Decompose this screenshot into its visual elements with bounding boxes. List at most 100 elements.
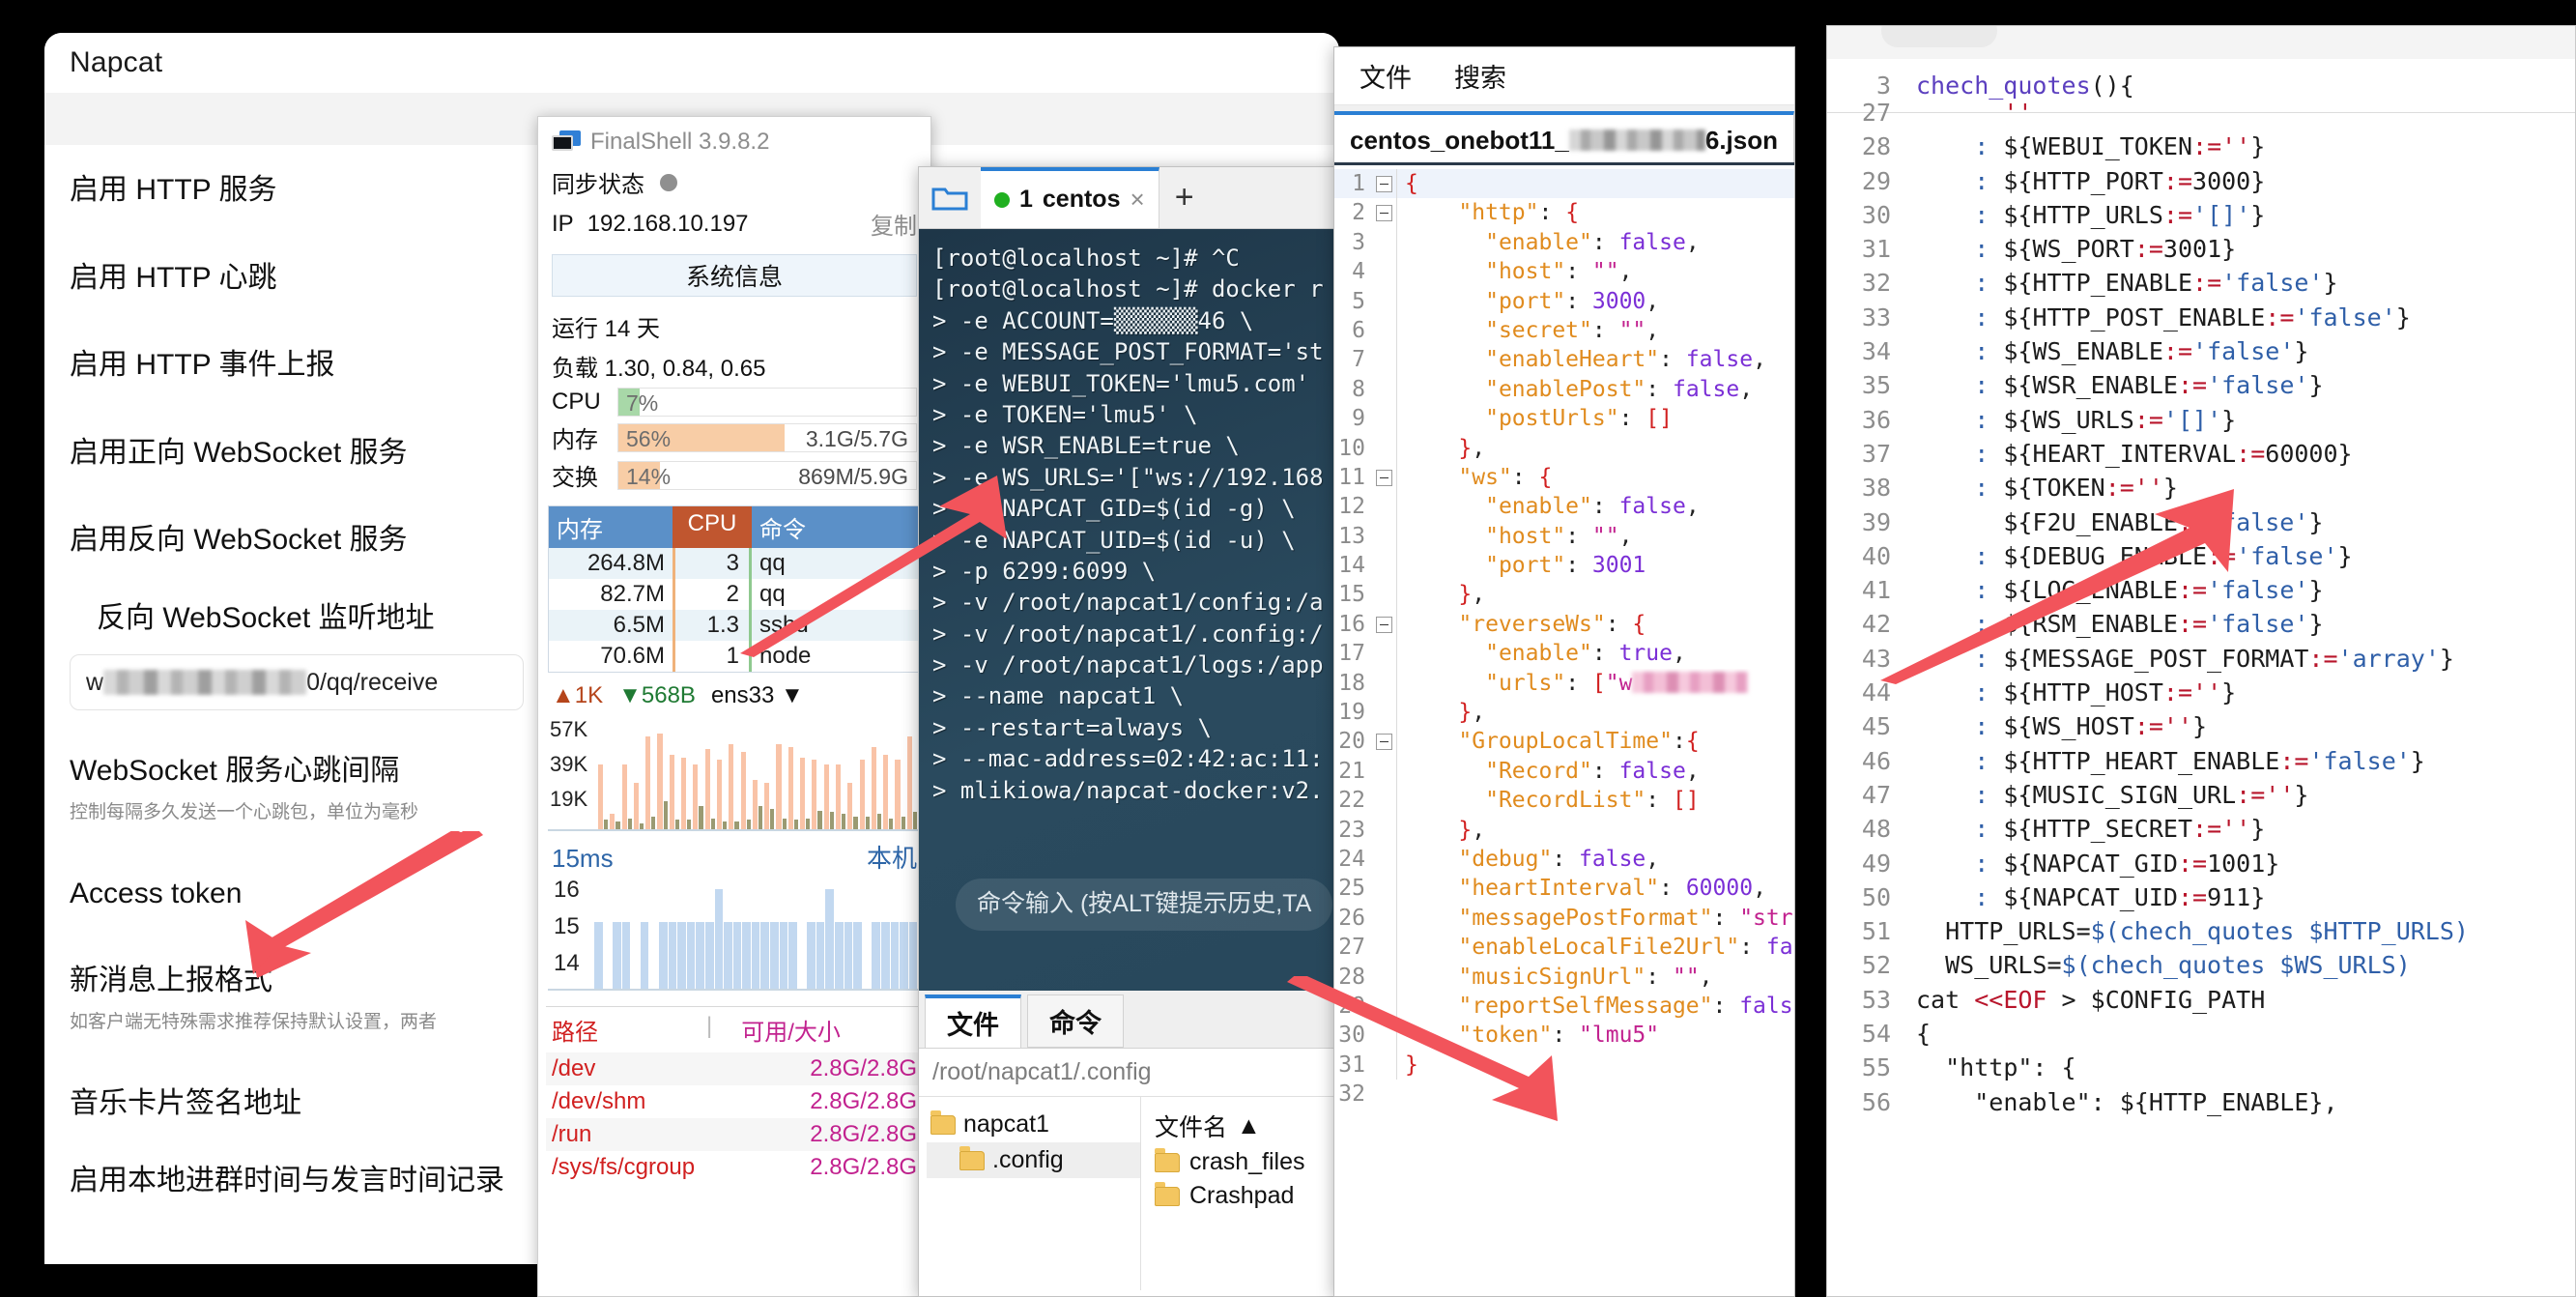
line-content: : ${HTTP_ENABLE:='false'} (1974, 269, 2338, 298)
line-content: : ${WS_HOST:=''} (1974, 712, 2208, 741)
meter-percent: 14% (626, 463, 672, 489)
list-item[interactable]: crash_files (1151, 1145, 1348, 1179)
chart-bar (880, 921, 890, 989)
line-number: 15 (1338, 582, 1365, 608)
line-content: "http": { (1945, 1053, 2076, 1082)
table-row[interactable]: 82.7M 2 qq (549, 579, 920, 610)
terminal-output[interactable]: [root@localhost ~]# ^C [root@localhost ~]… (919, 229, 1348, 991)
ws-reverse-url-input[interactable]: w 0/qq/receive (70, 654, 524, 710)
tab-chip[interactable] (1881, 26, 1997, 47)
code-line: 16 "reverseWs": { (1334, 609, 1794, 640)
cell-path: /dev (552, 1055, 596, 1081)
line-number: 24 (1338, 846, 1365, 872)
folder-icon (1155, 1147, 1180, 1172)
chart-bar-group (823, 721, 834, 829)
fold-toggle-icon[interactable] (1371, 616, 1396, 633)
line-number: 2 (1352, 200, 1365, 226)
new-tab-button[interactable]: + (1159, 167, 1210, 228)
line-number: 56 (1861, 1087, 1891, 1116)
fold-toggle-icon[interactable] (1371, 205, 1396, 222)
upload-rate: ▲1K (552, 682, 604, 708)
menu-file[interactable]: 文件 (1360, 57, 1412, 95)
fold-toggle-icon[interactable] (1371, 175, 1396, 192)
tab-config-json[interactable]: centos_onebot11_ 6.json (1334, 111, 1794, 165)
line-number: 38 (1861, 474, 1891, 503)
line-content: : ${HTTP_URLS:='[]'} (1974, 200, 2266, 229)
tree-item-config[interactable]: .config (927, 1142, 1140, 1178)
line-content: : ${HTTP_PORT:=3000} (1974, 166, 2266, 195)
chart-bar-group (657, 721, 668, 829)
terminal-line: > -e TOKEN='lmu5' \ (932, 400, 1198, 428)
line-content: "port": 3001 (1396, 551, 1794, 581)
system-info-button[interactable]: 系统信息 (552, 254, 917, 297)
line-content: } (1396, 1050, 1794, 1081)
fold-toggle-icon[interactable] (1371, 469, 1396, 486)
chart-bars (598, 721, 918, 829)
tab-files[interactable]: 文件 (925, 994, 1021, 1048)
col-divider: | (706, 1013, 713, 1039)
terminal-line: [root@localhost ~]# ^C (932, 245, 1240, 272)
chart-bar-group (693, 721, 703, 829)
code-line: 44 : ${HTTP_HOST:=''} (1827, 676, 2575, 709)
table-row[interactable]: /dev 2.8G/2.8G (546, 1052, 923, 1085)
col-path[interactable]: 路径 (552, 1013, 706, 1047)
tab-commands[interactable]: 命令 (1027, 994, 1124, 1048)
tree-item-napcat1[interactable]: napcat1 (927, 1107, 1140, 1142)
line-content: : ${MESSAGE_POST_FORMAT:='array'} (1974, 644, 2454, 673)
code-line: 32 (1334, 1080, 1794, 1109)
terminal-tab-centos[interactable]: 1 centos × (981, 167, 1159, 228)
table-row[interactable]: /run 2.8G/2.8G (546, 1118, 923, 1151)
list-item[interactable]: Crashpad (1151, 1179, 1348, 1213)
col-size[interactable]: 可用/大小 (741, 1013, 841, 1047)
col-cmd[interactable]: 命令 (752, 506, 920, 548)
line-number: 31 (1338, 1052, 1365, 1078)
chart-ytick: 57K (550, 717, 588, 741)
close-icon[interactable]: × (1131, 185, 1145, 215)
current-path[interactable]: /root/napcat1/.config (919, 1049, 1348, 1097)
chart-bar (782, 818, 787, 829)
line-number: 51 (1861, 917, 1891, 946)
open-folder-icon[interactable] (919, 167, 981, 228)
json-code-area[interactable]: 1{2 "http": {3 "enable": false, 4 "host":… (1334, 165, 1794, 1110)
line-number: 27 (1861, 99, 1891, 127)
table-row[interactable]: 70.6M 1 node (549, 641, 920, 672)
terminal-line: > -v /root/napcat1/.config:/ (932, 620, 1324, 648)
file-list-header[interactable]: 文件名 ▲ (1151, 1107, 1348, 1145)
editor-tab-stub (1827, 26, 2575, 59)
input-prefix: w (86, 668, 104, 696)
chart-bar (594, 921, 603, 989)
menu-search[interactable]: 搜索 (1454, 57, 1506, 95)
chart-bar (613, 921, 621, 989)
line-content: "debug": false, (1396, 844, 1794, 875)
chart-bar (807, 921, 816, 989)
line-content: : ${HEART_INTERVAL:=60000} (1974, 439, 2353, 468)
table-row[interactable]: 6.5M 1.3 sshd (549, 610, 920, 641)
table-row[interactable]: 264.8M 3 qq (549, 548, 920, 579)
table-row[interactable]: /dev/shm 2.8G/2.8G (546, 1085, 923, 1118)
screenshot-stage: Napcat 启用 HTTP 服务 启用 HTTP 心跳 启用 HTTP 事件上… (0, 0, 2576, 1297)
line-content: ${F2U_ENABLE:='false'} (2003, 507, 2324, 536)
shell-code-area[interactable]: 27 '' 28 : ${WEBUI_TOKEN:=''} 29 : ${HTTP_… (1827, 96, 2575, 1119)
code-line: 47 : ${MUSIC_SIGN_URL:=''} (1827, 778, 2575, 812)
code-line: 11 "ws": { (1334, 462, 1794, 493)
line-content: "host": "", (1396, 257, 1794, 287)
code-line: 29 : ${HTTP_PORT:=3000} (1827, 164, 2575, 198)
code-line: 18 "urls": ["w (1334, 668, 1794, 699)
copy-button[interactable]: 复制 (871, 207, 917, 241)
line-content: : ${WSR_ENABLE:='false'} (1974, 371, 2324, 400)
table-row[interactable]: /sys/fs/cgroup 2.8G/2.8G (546, 1151, 923, 1184)
chart-bar (734, 821, 739, 829)
json-editor-window: 文件 搜索 centos_onebot11_ 6.json 1{2 "http":… (1333, 46, 1795, 1297)
col-mem[interactable]: 内存 (549, 506, 673, 548)
col-cpu[interactable]: CPU (673, 506, 752, 548)
chart-bar (844, 921, 853, 989)
chart-bar-group (598, 721, 609, 829)
sort-ascending-icon[interactable]: ▲ (1237, 1112, 1261, 1140)
fold-toggle-icon[interactable] (1371, 734, 1396, 751)
network-interface-select[interactable]: ens33 ▼ (711, 682, 804, 709)
app-name: FinalShell 3.9.8.2 (590, 129, 770, 155)
cell-cmd: qq (759, 581, 786, 607)
line-number: 26 (1338, 905, 1365, 931)
line-number: 42 (1861, 610, 1891, 639)
command-input[interactable]: 命令输入 (按ALT键提示历史,TA (956, 879, 1333, 931)
